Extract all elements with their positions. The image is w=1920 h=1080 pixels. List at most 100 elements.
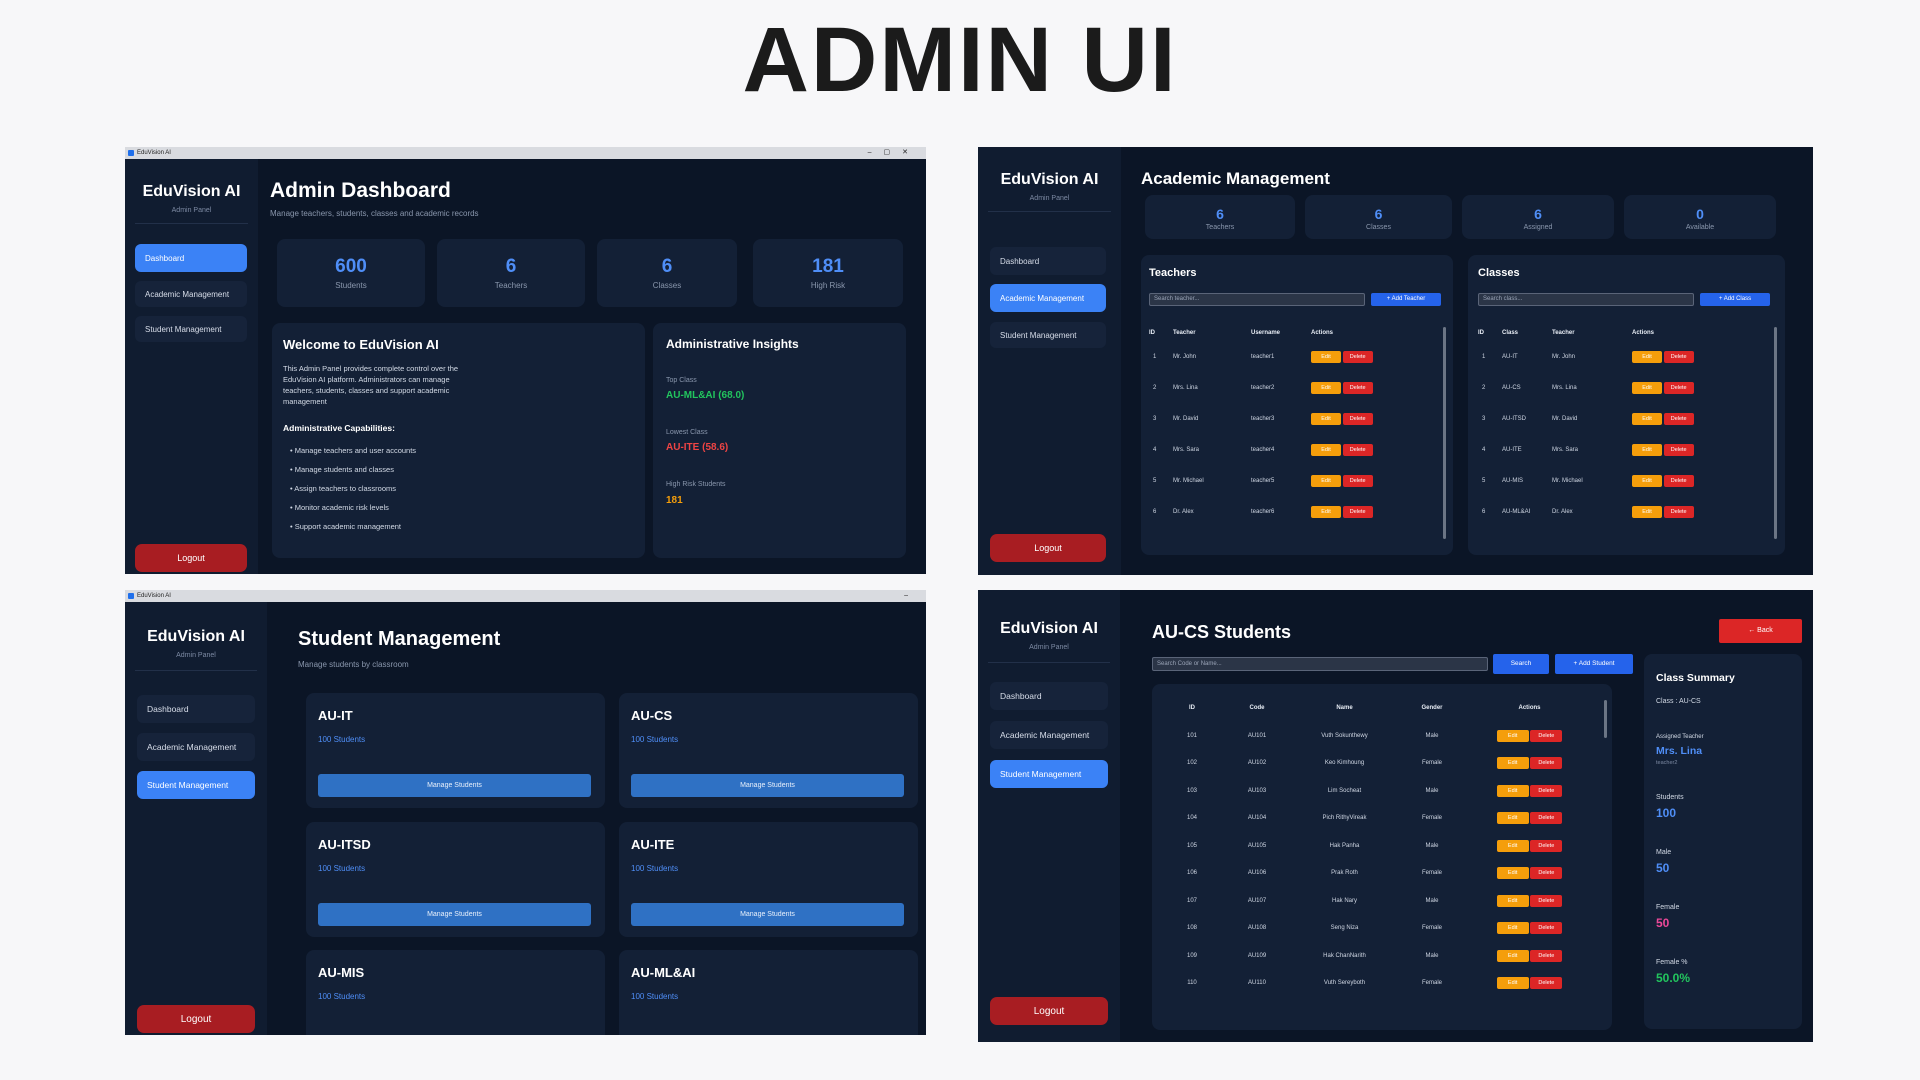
class-name: AU-ITSD bbox=[318, 837, 371, 852]
edit-button[interactable]: Edit bbox=[1311, 381, 1341, 394]
dashboard-title: Admin Dashboard bbox=[270, 179, 451, 202]
delete-button[interactable]: Delete bbox=[1342, 443, 1373, 456]
edit-button[interactable]: Edit bbox=[1311, 350, 1341, 363]
classes-scrollbar[interactable] bbox=[1774, 327, 1777, 539]
classes-table: ID Class Teacher Actions 1 AU-IT Mr. John E… bbox=[1478, 325, 1760, 527]
edit-button[interactable]: Edit bbox=[1632, 350, 1662, 363]
window-titlebar: EduVision AI – bbox=[125, 590, 926, 602]
delete-button[interactable]: Delete bbox=[1342, 381, 1373, 394]
delete-button[interactable]: Delete bbox=[1342, 505, 1373, 518]
edit-button[interactable]: Edit bbox=[1311, 505, 1341, 518]
delete-button[interactable]: Delete bbox=[1342, 412, 1373, 425]
delete-button[interactable]: Delete bbox=[1530, 784, 1563, 797]
edit-button[interactable]: Edit bbox=[1496, 757, 1529, 770]
class-search-input[interactable]: Search class... bbox=[1478, 293, 1694, 306]
sidebar-item-academic[interactable]: Academic Management bbox=[990, 721, 1108, 749]
back-button[interactable]: ← Back bbox=[1719, 619, 1802, 643]
sidebar-item-students[interactable]: Student Management bbox=[990, 322, 1106, 348]
students-scrollbar[interactable] bbox=[1604, 700, 1607, 738]
classes-title: Classes bbox=[1478, 267, 1520, 279]
window-controls[interactable]: – bbox=[904, 590, 920, 602]
edit-button[interactable]: Edit bbox=[1496, 867, 1529, 880]
students-table: ID Code Name Gender Actions 101 AU101 Vuth… bbox=[1162, 694, 1592, 997]
edit-button[interactable]: Edit bbox=[1311, 474, 1341, 487]
teacher-search-input[interactable]: Search teacher... bbox=[1149, 293, 1365, 306]
delete-button[interactable]: Delete bbox=[1663, 412, 1694, 425]
delete-button[interactable]: Delete bbox=[1530, 757, 1563, 770]
edit-button[interactable]: Edit bbox=[1496, 922, 1529, 935]
sidebar-item-academic[interactable]: Academic Management bbox=[135, 281, 247, 307]
edit-button[interactable]: Edit bbox=[1496, 784, 1529, 797]
edit-button[interactable]: Edit bbox=[1496, 812, 1529, 825]
add-teacher-button[interactable]: + Add Teacher bbox=[1371, 293, 1441, 306]
edit-button[interactable]: Edit bbox=[1311, 443, 1341, 456]
search-button[interactable]: Search bbox=[1493, 654, 1549, 674]
sidebar-item-students[interactable]: Student Management bbox=[990, 760, 1108, 788]
edit-button[interactable]: Edit bbox=[1632, 381, 1662, 394]
student-mgmt-subtitle: Manage students by classroom bbox=[298, 660, 409, 669]
table-row: 6 AU-ML&AI Dr. Alex Edit Delete bbox=[1478, 496, 1760, 527]
edit-button[interactable]: Edit bbox=[1496, 729, 1529, 742]
edit-button[interactable]: Edit bbox=[1632, 412, 1662, 425]
table-header-row: ID Code Name Gender Actions bbox=[1189, 705, 1541, 711]
sidebar: EduVision AI Admin Panel Dashboard Acade… bbox=[978, 590, 1120, 1042]
logout-button[interactable]: Logout bbox=[137, 1005, 255, 1033]
add-student-button[interactable]: + Add Student bbox=[1555, 654, 1633, 674]
sidebar-item-academic[interactable]: Academic Management bbox=[137, 733, 255, 761]
delete-button[interactable]: Delete bbox=[1530, 894, 1563, 907]
class-card-au-itsd: AU-ITSD 100 Students Manage Students bbox=[306, 822, 605, 937]
delete-button[interactable]: Delete bbox=[1663, 505, 1694, 518]
sidebar-item-dashboard[interactable]: Dashboard bbox=[137, 695, 255, 723]
student-search-input[interactable]: Search Code or Name... bbox=[1152, 657, 1488, 671]
sidebar-item-students[interactable]: Student Management bbox=[135, 316, 247, 342]
edit-button[interactable]: Edit bbox=[1632, 474, 1662, 487]
teachers-scrollbar[interactable] bbox=[1443, 327, 1446, 539]
add-class-button[interactable]: + Add Class bbox=[1700, 293, 1770, 306]
delete-button[interactable]: Delete bbox=[1530, 812, 1563, 825]
stat-card-high-risk: 181 High Risk bbox=[753, 239, 903, 307]
sidebar: EduVision AI Admin Panel Dashboard Acade… bbox=[125, 602, 267, 1035]
delete-button[interactable]: Delete bbox=[1663, 443, 1694, 456]
manage-students-button[interactable]: Manage Students bbox=[318, 774, 591, 797]
logout-button[interactable]: Logout bbox=[990, 997, 1108, 1025]
delete-button[interactable]: Delete bbox=[1342, 474, 1373, 487]
table-row: 1 Mr. John teacher1 Edit Delete bbox=[1149, 341, 1431, 372]
assigned-teacher-label: Assigned Teacher bbox=[1656, 734, 1704, 740]
manage-students-button[interactable]: Manage Students bbox=[631, 774, 904, 797]
edit-button[interactable]: Edit bbox=[1496, 894, 1529, 907]
delete-button[interactable]: Delete bbox=[1663, 381, 1694, 394]
delete-button[interactable]: Delete bbox=[1530, 949, 1563, 962]
manage-students-button[interactable]: Manage Students bbox=[318, 903, 591, 926]
delete-button[interactable]: Delete bbox=[1663, 474, 1694, 487]
class-count: 100 Students bbox=[318, 864, 366, 873]
delete-button[interactable]: Delete bbox=[1342, 350, 1373, 363]
delete-button[interactable]: Delete bbox=[1530, 867, 1563, 880]
manage-students-button[interactable]: Manage Students bbox=[631, 903, 904, 926]
class-name: AU-CS bbox=[631, 708, 673, 723]
classes-card: Classes Search class... + Add Class ID C… bbox=[1468, 255, 1785, 555]
delete-button[interactable]: Delete bbox=[1530, 839, 1563, 852]
edit-button[interactable]: Edit bbox=[1311, 412, 1341, 425]
edit-button[interactable]: Edit bbox=[1632, 505, 1662, 518]
sidebar-item-students[interactable]: Student Management bbox=[137, 771, 255, 799]
capability-item: • Assign teachers to classrooms bbox=[290, 484, 397, 493]
female-value: 50 bbox=[1656, 916, 1670, 930]
edit-button[interactable]: Edit bbox=[1496, 839, 1529, 852]
sidebar-item-dashboard[interactable]: Dashboard bbox=[990, 682, 1108, 710]
window-controls[interactable]: –▢✕ bbox=[868, 147, 920, 159]
lowest-class-value: AU-ITE (58.6) bbox=[666, 442, 729, 453]
sidebar-item-dashboard[interactable]: Dashboard bbox=[990, 247, 1106, 275]
table-row: 4 AU-ITE Mrs. Sara Edit Delete bbox=[1478, 434, 1760, 465]
sidebar-item-dashboard[interactable]: Dashboard bbox=[135, 244, 247, 272]
sidebar-item-academic[interactable]: Academic Management bbox=[990, 284, 1106, 312]
edit-button[interactable]: Edit bbox=[1496, 977, 1529, 990]
delete-button[interactable]: Delete bbox=[1663, 350, 1694, 363]
logout-button[interactable]: Logout bbox=[135, 544, 247, 572]
delete-button[interactable]: Delete bbox=[1530, 922, 1563, 935]
delete-button[interactable]: Delete bbox=[1530, 729, 1563, 742]
delete-button[interactable]: Delete bbox=[1530, 977, 1563, 990]
female-percent-label: Female % bbox=[1656, 959, 1688, 966]
logout-button[interactable]: Logout bbox=[990, 534, 1106, 562]
edit-button[interactable]: Edit bbox=[1496, 949, 1529, 962]
edit-button[interactable]: Edit bbox=[1632, 443, 1662, 456]
